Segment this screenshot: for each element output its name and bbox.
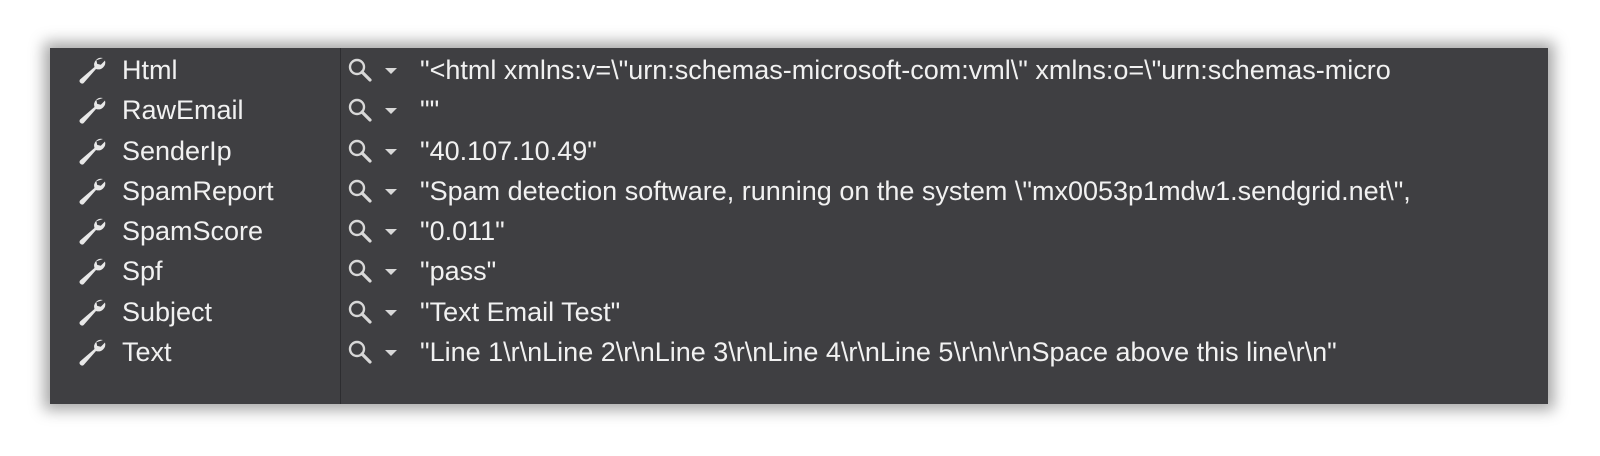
property-name: SpamScore	[122, 216, 264, 247]
magnifier-icon[interactable]	[346, 137, 374, 165]
property-value: "pass"	[420, 256, 497, 287]
property-row-spamreport[interactable]: SpamReport "Spam detection software, run…	[50, 171, 1548, 211]
property-value: "Text Email Test"	[420, 296, 621, 327]
chevron-down-icon[interactable]	[384, 227, 398, 237]
wrench-icon	[79, 178, 106, 205]
chevron-down-icon[interactable]	[384, 267, 398, 277]
magnifier-icon[interactable]	[346, 177, 374, 205]
wrench-icon	[79, 218, 106, 245]
property-value: "Line 1\r\nLine 2\r\nLine 3\r\nLine 4\r\…	[420, 337, 1337, 368]
property-row-rawemail[interactable]: RawEmail ""	[50, 90, 1548, 130]
chevron-down-icon[interactable]	[384, 106, 398, 116]
property-value: ""	[420, 95, 440, 126]
chevron-down-icon[interactable]	[384, 308, 398, 318]
wrench-icon	[79, 339, 106, 366]
chevron-down-icon[interactable]	[384, 348, 398, 358]
property-name: Text	[122, 337, 172, 368]
property-name: SpamReport	[122, 175, 274, 206]
property-row-senderip[interactable]: SenderIp "40.107.10.49"	[50, 131, 1548, 171]
chevron-down-icon[interactable]	[384, 147, 398, 157]
property-value: "40.107.10.49"	[420, 135, 597, 166]
property-list: Html "<html xmlns:v=\"urn:schemas-micros…	[50, 50, 1548, 372]
property-value: "0.011"	[420, 216, 505, 247]
magnifier-icon[interactable]	[346, 96, 374, 124]
wrench-icon	[79, 57, 106, 84]
property-name: Subject	[122, 296, 213, 327]
locals-window: Html "<html xmlns:v=\"urn:schemas-micros…	[50, 48, 1548, 404]
magnifier-icon[interactable]	[346, 338, 374, 366]
wrench-icon	[79, 138, 106, 165]
property-value: "Spam detection software, running on the…	[420, 175, 1411, 206]
property-name: Spf	[122, 256, 163, 287]
wrench-icon	[79, 259, 106, 286]
chevron-down-icon[interactable]	[384, 66, 398, 76]
property-name: Html	[122, 55, 178, 85]
wrench-icon	[79, 98, 106, 124]
wrench-icon	[79, 299, 106, 326]
property-row-subject[interactable]: Subject "Text Email Test"	[50, 292, 1548, 332]
property-name: SenderIp	[122, 135, 232, 166]
property-value: "<html xmlns:v=\"urn:schemas-microsoft-c…	[420, 55, 1391, 85]
property-row-spf[interactable]: Spf "pass"	[50, 251, 1548, 291]
chevron-down-icon[interactable]	[384, 187, 398, 197]
property-name: RawEmail	[122, 95, 244, 126]
property-row-spamscore[interactable]: SpamScore "0.011"	[50, 211, 1548, 251]
property-row-html[interactable]: Html "<html xmlns:v=\"urn:schemas-micros…	[50, 50, 1548, 90]
magnifier-icon[interactable]	[346, 56, 374, 84]
property-row-text[interactable]: Text "Line 1\r\nLine 2\r\nLine 3\r\nLine…	[50, 332, 1548, 372]
magnifier-icon[interactable]	[346, 298, 374, 326]
magnifier-icon[interactable]	[346, 217, 374, 245]
magnifier-icon[interactable]	[346, 257, 374, 285]
